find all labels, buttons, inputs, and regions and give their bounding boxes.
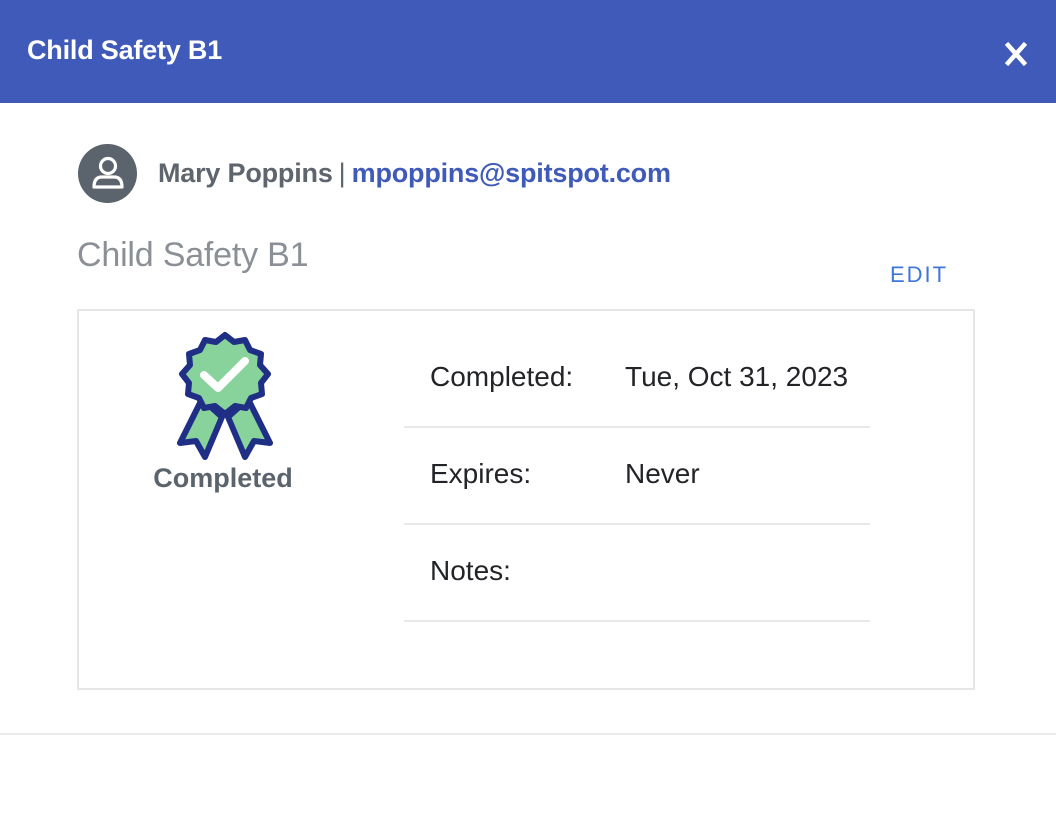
user-email-link[interactable]: mpoppins@spitspot.com [352, 158, 671, 189]
status-label: Completed [153, 463, 293, 493]
details-list: Completed: Tue, Oct 31, 2023 Expires: Ne… [404, 331, 870, 622]
expires-value: Never [625, 458, 700, 489]
detail-row-notes: Notes: [404, 525, 870, 622]
detail-label: Expires: [430, 458, 532, 489]
detail-label: Notes: [430, 555, 511, 586]
completed-date: Tue, Oct 31, 2023 [625, 361, 849, 392]
detail-row-expires: Expires: Never [404, 428, 870, 525]
completion-card: Completed Completed: Tue, Oct 31, 2023 E… [77, 309, 975, 690]
avatar [78, 143, 137, 203]
footer-divider [0, 733, 1056, 735]
detail-label: Completed: [430, 361, 574, 392]
user-separator: | [338, 157, 346, 188]
close-icon [1004, 41, 1028, 67]
user-icon [91, 156, 124, 189]
modal-header: Child Safety B1 [0, 0, 1056, 103]
user-name: Mary Poppins [158, 157, 333, 188]
close-button[interactable] [1000, 34, 1036, 74]
detail-row-completed: Completed: Tue, Oct 31, 2023 [404, 331, 870, 428]
record-modal: Child Safety B1 Mary Poppins | mpoppins@… [0, 0, 1056, 838]
modal-title: Child Safety B1 [27, 35, 223, 65]
course-title: Child Safety B1 [77, 236, 309, 274]
edit-button[interactable]: EDIT [890, 262, 948, 288]
user-info: Mary Poppins | mpoppins@spitspot.com [78, 143, 671, 203]
award-ribbon-check-icon [177, 332, 273, 460]
